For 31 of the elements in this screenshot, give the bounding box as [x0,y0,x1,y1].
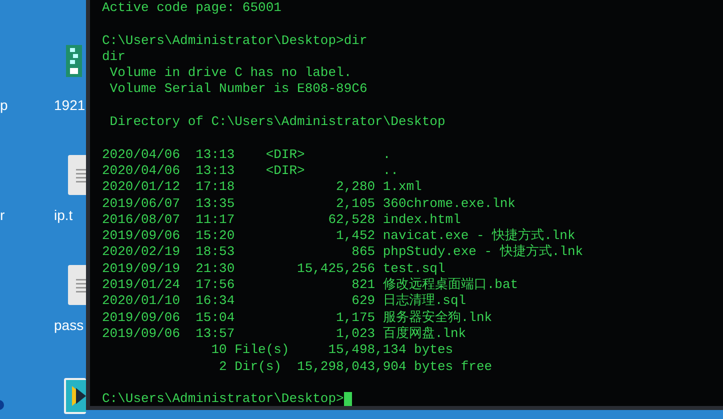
terminal-line: Directory of C:\Users\Administrator\Desktop [108,114,446,130]
terminal-line: 2020/02/19 18:53 865 phpStudy.exe - 快捷方式.lnk [102,244,584,261]
terminal-line: dir [102,48,126,66]
icon-label: 1921 [54,96,86,115]
app-icon[interactable] [66,45,82,77]
terminal-line: 2020/04/06 13:13 <DIR> . [102,146,391,163]
terminal-line: 2020/01/12 17:18 2,280 1.xml [102,179,422,196]
terminal-line: 2 Dir(s) 15,298,043,904 bytes free [218,358,492,375]
terminal-line: 2019/09/19 21:30 15,425,256 test.sql [102,260,446,277]
text-cursor [344,392,352,406]
terminal-line: 10 File(s) 15,498,134 bytes [210,342,454,359]
terminal-line: 2019/06/07 13:35 2,105 360chrome.exe.lnk [102,196,516,212]
terminal-line: Volume in drive C has no label. [108,65,352,82]
installer-icon[interactable] [64,378,86,414]
document-icon[interactable] [68,155,88,195]
icon-label: ip.t [54,206,73,225]
terminal-line: Active code page: 65001 [102,0,282,16]
terminal-line: 2019/09/06 15:04 1,175 服务器安全狗.lnk [102,310,492,326]
icon-label: p [0,96,8,115]
terminal-line: 2019/09/06 13:57 1,023 百度网盘.lnk [102,326,466,342]
terminal-line: 2020/01/10 16:34 629 日志清理.sql [102,293,466,310]
terminal-line: 2016/08/07 11:17 62,528 index.html [102,212,461,228]
document-icon[interactable] [68,265,88,305]
terminal-line: 2020/04/06 13:13 <DIR> .. [102,162,398,180]
icon-label: r [0,206,5,225]
terminal-line: 2019/09/06 15:20 1,452 navicat.exe - 快捷方式.lnk [102,228,576,244]
terminal-line: C:\Users\Administrator\Desktop>dir [102,32,368,49]
command-prompt: C:\Users\Administrator\Desktop> [102,391,344,408]
terminal-line: 2019/01/24 17:56 821 修改远程桌面端口.bat [102,277,518,293]
terminal-line: Volume Serial Number is E808-89C6 [108,81,368,98]
icon-label: pass [54,316,84,335]
